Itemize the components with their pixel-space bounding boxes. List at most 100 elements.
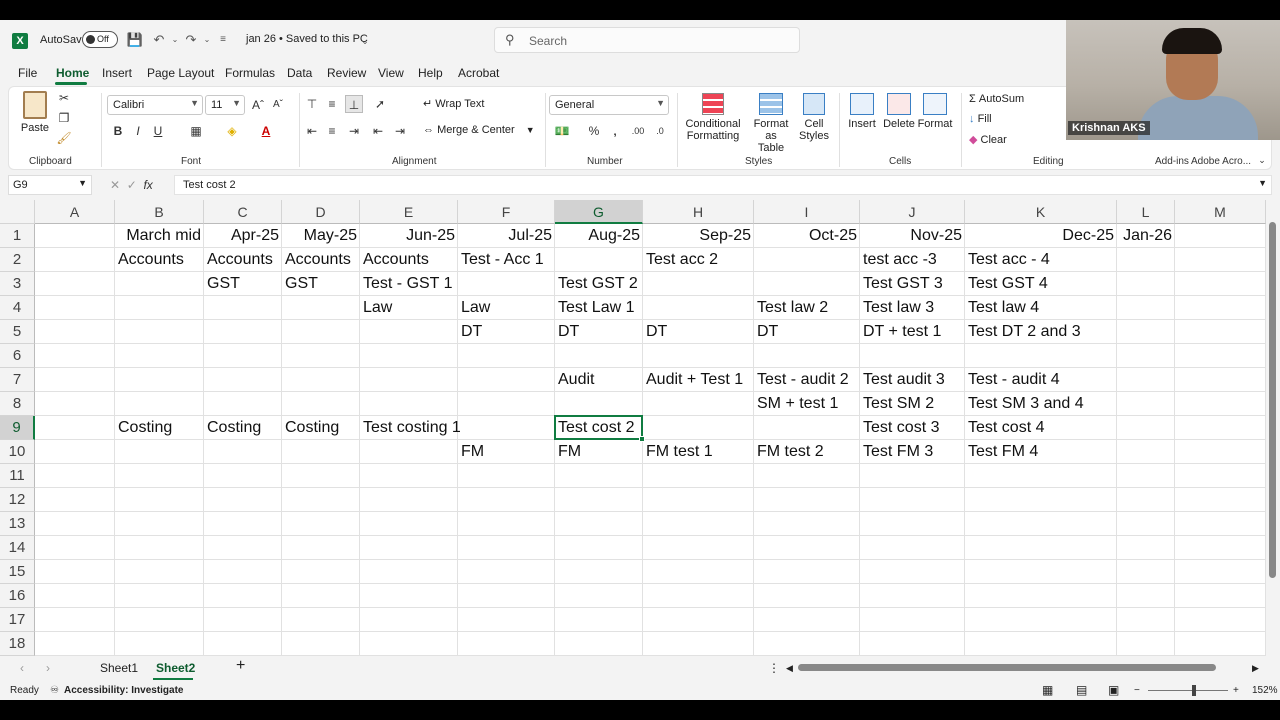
row-header-10[interactable]: 10 bbox=[0, 440, 35, 464]
cell-j9[interactable]: Test cost 3 bbox=[860, 416, 942, 440]
cell-j7[interactable]: Test audit 3 bbox=[860, 368, 948, 392]
fill-button[interactable]: ↓ Fill bbox=[969, 113, 992, 125]
column-header-h[interactable]: H bbox=[643, 200, 754, 224]
row-header-13[interactable]: 13 bbox=[0, 512, 35, 536]
cell-f4[interactable]: Law bbox=[458, 296, 493, 320]
hscroll-left-icon[interactable]: ◀ bbox=[786, 663, 793, 674]
more-options-icon[interactable]: ⋮ bbox=[768, 661, 780, 675]
font-name-select[interactable]: Calibri ▼ bbox=[107, 95, 203, 115]
search-input[interactable]: ⚲ Search bbox=[494, 27, 800, 53]
cell-f10[interactable]: FM bbox=[458, 440, 487, 464]
fx-icon[interactable]: fx bbox=[143, 178, 152, 192]
accessibility-status[interactable]: Accessibility: Investigate bbox=[64, 685, 184, 696]
document-title[interactable]: jan 26 • Saved to this PC bbox=[246, 33, 368, 45]
cell-i7[interactable]: Test - audit 2 bbox=[754, 368, 852, 392]
font-color-icon[interactable]: A bbox=[257, 122, 275, 140]
percent-icon[interactable]: % bbox=[585, 122, 603, 140]
column-header-m[interactable]: M bbox=[1175, 200, 1266, 224]
cell-g1[interactable]: Aug-25 bbox=[555, 224, 643, 248]
cell-k8[interactable]: Test SM 3 and 4 bbox=[965, 392, 1087, 416]
cell-g4[interactable]: Test Law 1 bbox=[555, 296, 637, 320]
cell-d9[interactable]: Costing bbox=[282, 416, 342, 440]
zoom-out-icon[interactable]: − bbox=[1134, 685, 1140, 696]
underline-button[interactable]: U bbox=[149, 122, 167, 140]
cell-b9[interactable]: Costing bbox=[115, 416, 175, 440]
column-header-l[interactable]: L bbox=[1117, 200, 1175, 224]
cell-g10[interactable]: FM bbox=[555, 440, 584, 464]
cell-g7[interactable]: Audit bbox=[555, 368, 597, 392]
cell-k5[interactable]: Test DT 2 and 3 bbox=[965, 320, 1084, 344]
borders-icon[interactable]: ▦ bbox=[187, 122, 205, 140]
vertical-scrollbar[interactable] bbox=[1266, 200, 1280, 676]
column-header-f[interactable]: F bbox=[458, 200, 555, 224]
save-icon[interactable]: 💾 bbox=[126, 31, 144, 49]
cell-c3[interactable]: GST bbox=[204, 272, 243, 296]
name-box[interactable]: G9 ▼ bbox=[8, 175, 92, 195]
increase-decimal-icon[interactable]: .00 bbox=[629, 122, 647, 140]
collapse-ribbon-icon[interactable]: ⌄ bbox=[1253, 151, 1271, 169]
select-all-corner[interactable] bbox=[0, 200, 35, 224]
scroll-left-icon[interactable]: ‹ bbox=[20, 661, 24, 675]
zoom-level[interactable]: 152% bbox=[1252, 685, 1278, 696]
cell-j10[interactable]: Test FM 3 bbox=[860, 440, 936, 464]
row-header-3[interactable]: 3 bbox=[0, 272, 35, 296]
cell-e3[interactable]: Test - GST 1 bbox=[360, 272, 456, 296]
column-header-k[interactable]: K bbox=[965, 200, 1117, 224]
cell-i8[interactable]: SM + test 1 bbox=[754, 392, 841, 416]
cell-c2[interactable]: Accounts bbox=[204, 248, 276, 272]
cell-f1[interactable]: Jul-25 bbox=[458, 224, 555, 248]
align-top-icon[interactable]: ⊤ bbox=[303, 95, 321, 113]
cell-k3[interactable]: Test GST 4 bbox=[965, 272, 1051, 296]
sheet-tab-sheet1[interactable]: Sheet1 bbox=[100, 661, 138, 675]
cell-d1[interactable]: May-25 bbox=[282, 224, 360, 248]
cell-h5[interactable]: DT bbox=[643, 320, 670, 344]
tab-view[interactable]: View bbox=[378, 66, 404, 80]
autosum-button[interactable]: Σ AutoSum bbox=[969, 93, 1024, 105]
tab-help[interactable]: Help bbox=[418, 66, 443, 80]
align-right-icon[interactable]: ⇥ bbox=[345, 122, 363, 140]
row-header-7[interactable]: 7 bbox=[0, 368, 35, 392]
hscroll-right-icon[interactable]: ▶ bbox=[1252, 663, 1259, 674]
format-cells-button[interactable]: Format bbox=[917, 93, 953, 130]
page-layout-view-icon[interactable]: ▤ bbox=[1076, 683, 1087, 697]
row-header-17[interactable]: 17 bbox=[0, 608, 35, 632]
vertical-scroll-thumb[interactable] bbox=[1269, 222, 1276, 578]
cell-k10[interactable]: Test FM 4 bbox=[965, 440, 1041, 464]
column-header-j[interactable]: J bbox=[860, 200, 965, 224]
tab-home[interactable]: Home bbox=[56, 66, 89, 80]
row-header-14[interactable]: 14 bbox=[0, 536, 35, 560]
tab-acrobat[interactable]: Acrobat bbox=[458, 66, 499, 80]
cell-d3[interactable]: GST bbox=[282, 272, 321, 296]
row-header-8[interactable]: 8 bbox=[0, 392, 35, 416]
scroll-right-icon[interactable]: › bbox=[46, 661, 50, 675]
cell-b1[interactable]: March mid bbox=[115, 224, 204, 248]
fill-color-icon[interactable]: ◈ bbox=[223, 122, 241, 140]
chevron-down-icon[interactable]: ⌄ bbox=[356, 32, 374, 50]
decrease-indent-icon[interactable]: ⇤ bbox=[369, 122, 387, 140]
cell-j3[interactable]: Test GST 3 bbox=[860, 272, 946, 296]
conditional-formatting-button[interactable]: Conditional Formatting bbox=[685, 93, 741, 142]
copy-icon[interactable]: ❐ bbox=[55, 109, 73, 127]
cell-e1[interactable]: Jun-25 bbox=[360, 224, 458, 248]
row-header-5[interactable]: 5 bbox=[0, 320, 35, 344]
row-header-12[interactable]: 12 bbox=[0, 488, 35, 512]
cell-h7[interactable]: Audit + Test 1 bbox=[643, 368, 746, 392]
cell-j5[interactable]: DT + test 1 bbox=[860, 320, 944, 344]
cell-e9[interactable]: Test costing 1 bbox=[360, 416, 464, 440]
delete-cells-button[interactable]: Delete bbox=[881, 93, 917, 130]
formula-input[interactable]: Test cost 2 ▼ bbox=[174, 175, 1272, 195]
font-size-select[interactable]: 11 ▼ bbox=[205, 95, 245, 115]
column-header-b[interactable]: B bbox=[115, 200, 204, 224]
cell-h1[interactable]: Sep-25 bbox=[643, 224, 754, 248]
align-middle-icon[interactable]: ≡ bbox=[323, 95, 341, 113]
tab-file[interactable]: File bbox=[18, 66, 37, 80]
format-painter-icon[interactable]: 🖌 bbox=[55, 129, 73, 147]
decrease-font-icon[interactable]: Aˇ bbox=[269, 96, 287, 114]
insert-cells-button[interactable]: Insert bbox=[845, 93, 879, 130]
page-break-view-icon[interactable]: ▣ bbox=[1108, 683, 1119, 697]
autosave-toggle[interactable]: Off bbox=[82, 31, 118, 48]
row-header-6[interactable]: 6 bbox=[0, 344, 35, 368]
row-header-16[interactable]: 16 bbox=[0, 584, 35, 608]
cell-e4[interactable]: Law bbox=[360, 296, 395, 320]
cell-k9[interactable]: Test cost 4 bbox=[965, 416, 1047, 440]
